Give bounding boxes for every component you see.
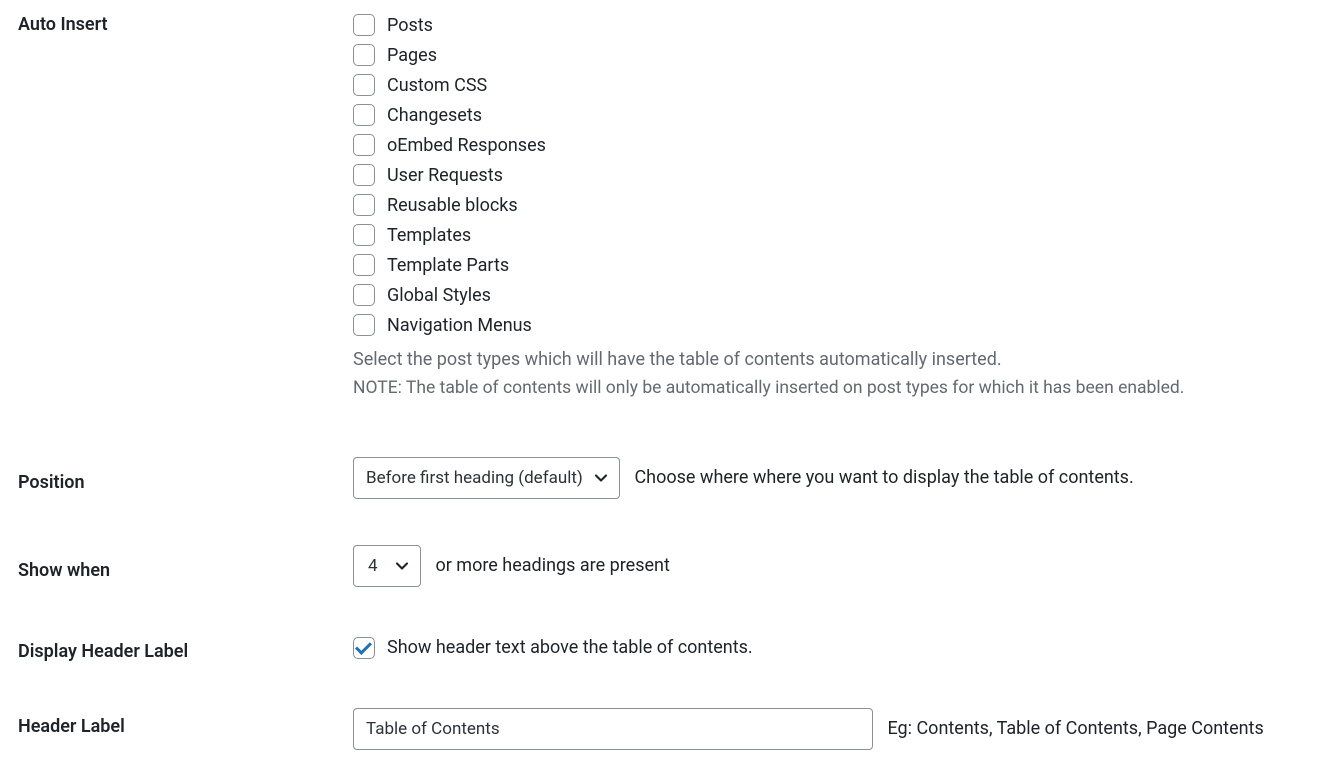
checkbox-changesets[interactable] bbox=[353, 104, 375, 126]
display-header-checkbox[interactable] bbox=[353, 637, 375, 659]
checkbox-label-posts: Posts bbox=[387, 15, 433, 36]
position-label: Position bbox=[18, 464, 353, 493]
auto-insert-note: NOTE: The table of contents will only be… bbox=[353, 375, 1315, 401]
checkbox-row-oembed: oEmbed Responses bbox=[353, 134, 1315, 156]
auto-insert-label: Auto Insert bbox=[18, 14, 353, 35]
auto-insert-row: Auto Insert Posts Pages Custom CSS Chang… bbox=[18, 14, 1315, 401]
checkbox-row-reusable-blocks: Reusable blocks bbox=[353, 194, 1315, 216]
checkbox-label-oembed: oEmbed Responses bbox=[387, 135, 546, 156]
checkbox-label-templates: Templates bbox=[387, 225, 471, 246]
show-when-label: Show when bbox=[18, 552, 353, 581]
checkbox-oembed[interactable] bbox=[353, 134, 375, 156]
auto-insert-description: Select the post types which will have th… bbox=[353, 346, 1315, 373]
show-when-select[interactable]: 4 bbox=[353, 545, 421, 587]
checkbox-custom-css[interactable] bbox=[353, 74, 375, 96]
checkbox-label-custom-css: Custom CSS bbox=[387, 75, 487, 96]
position-help: Choose where where you want to display t… bbox=[634, 467, 1133, 488]
checkbox-pages[interactable] bbox=[353, 44, 375, 66]
checkbox-row-user-requests: User Requests bbox=[353, 164, 1315, 186]
show-when-field: 4 or more headings are present bbox=[353, 545, 1315, 587]
auto-insert-checkbox-list: Posts Pages Custom CSS Changesets oEmbed… bbox=[353, 14, 1315, 336]
checkbox-label-global-styles: Global Styles bbox=[387, 285, 491, 306]
checkbox-label-user-requests: User Requests bbox=[387, 165, 503, 186]
checkbox-row-navigation-menus: Navigation Menus bbox=[353, 314, 1315, 336]
checkbox-label-pages: Pages bbox=[387, 45, 437, 66]
position-select[interactable]: Before first heading (default) bbox=[353, 457, 620, 499]
checkbox-label-navigation-menus: Navigation Menus bbox=[387, 315, 532, 336]
checkbox-navigation-menus[interactable] bbox=[353, 314, 375, 336]
display-header-text: Show header text above the table of cont… bbox=[387, 637, 753, 658]
display-header-row: Display Header Label Show header text ab… bbox=[18, 633, 1315, 662]
checkbox-posts[interactable] bbox=[353, 14, 375, 36]
checkbox-row-changesets: Changesets bbox=[353, 104, 1315, 126]
checkbox-row-template-parts: Template Parts bbox=[353, 254, 1315, 276]
show-when-suffix: or more headings are present bbox=[435, 555, 669, 576]
checkbox-user-requests[interactable] bbox=[353, 164, 375, 186]
checkbox-label-reusable-blocks: Reusable blocks bbox=[387, 195, 518, 216]
header-label-input[interactable] bbox=[353, 708, 873, 750]
checkbox-row-global-styles: Global Styles bbox=[353, 284, 1315, 306]
header-label-field: Eg: Contents, Table of Contents, Page Co… bbox=[353, 708, 1315, 750]
checkbox-row-pages: Pages bbox=[353, 44, 1315, 66]
checkbox-label-changesets: Changesets bbox=[387, 105, 482, 126]
header-label-row: Header Label Eg: Contents, Table of Cont… bbox=[18, 708, 1315, 750]
checkbox-row-posts: Posts bbox=[353, 14, 1315, 36]
checkbox-templates[interactable] bbox=[353, 224, 375, 246]
header-label-label: Header Label bbox=[18, 708, 353, 737]
display-header-field: Show header text above the table of cont… bbox=[353, 637, 1315, 659]
position-field: Before first heading (default) Choose wh… bbox=[353, 457, 1315, 499]
checkbox-row-custom-css: Custom CSS bbox=[353, 74, 1315, 96]
checkbox-template-parts[interactable] bbox=[353, 254, 375, 276]
checkbox-global-styles[interactable] bbox=[353, 284, 375, 306]
position-row: Position Before first heading (default) … bbox=[18, 457, 1315, 499]
show-when-row: Show when 4 or more headings are present bbox=[18, 545, 1315, 587]
display-header-label: Display Header Label bbox=[18, 633, 353, 662]
checkbox-row-templates: Templates bbox=[353, 224, 1315, 246]
header-label-help: Eg: Contents, Table of Contents, Page Co… bbox=[887, 718, 1263, 739]
checkbox-reusable-blocks[interactable] bbox=[353, 194, 375, 216]
auto-insert-field: Posts Pages Custom CSS Changesets oEmbed… bbox=[353, 14, 1315, 401]
checkbox-label-template-parts: Template Parts bbox=[387, 255, 509, 276]
